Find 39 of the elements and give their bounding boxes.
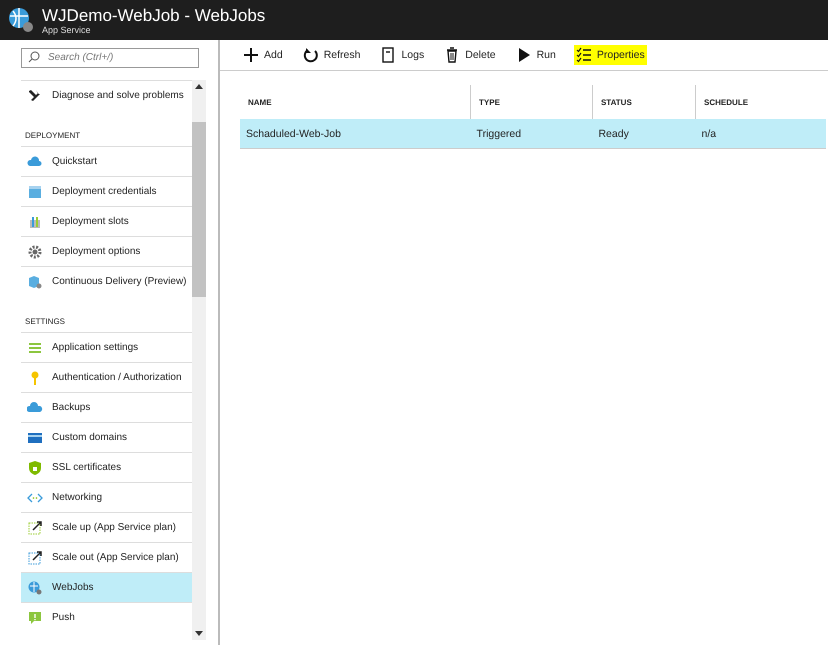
section-heading: DEPLOYMENT	[25, 131, 80, 140]
globe-gear-icon	[27, 580, 43, 596]
toolbar-button[interactable]: Properties	[574, 45, 647, 65]
tools-icon	[27, 88, 43, 104]
table-cell: Triggered	[470, 119, 592, 148]
section-heading: SETTINGS	[25, 317, 66, 326]
table-cell: n/a	[696, 119, 826, 148]
sidebar-item[interactable]: SSL certificates	[21, 452, 192, 482]
search-field[interactable]: Search (Ctrl+/)	[21, 48, 199, 68]
column-header: NAME	[240, 85, 471, 119]
sidebar-item[interactable]: Continuous Delivery (Preview)	[21, 266, 192, 296]
toolbar-button[interactable]: Logs	[378, 45, 426, 65]
toolbar-button[interactable]: Delete	[442, 45, 498, 65]
resize-icon	[27, 520, 43, 536]
package-icon	[27, 274, 43, 290]
blade-subtitle: App Service	[42, 24, 92, 34]
sidebar-item[interactable]: WebJobs	[21, 572, 192, 602]
credentials-icon	[27, 184, 43, 200]
gear-icon	[27, 244, 43, 260]
scrollbar[interactable]	[192, 80, 206, 640]
sidebar-item[interactable]: Custom domains	[21, 422, 192, 452]
sidebar-item[interactable]: Deployment credentials	[21, 176, 192, 206]
checklist-icon	[576, 47, 592, 63]
notebook-icon	[380, 47, 396, 63]
table-cell: Schaduled-Web-Job	[240, 119, 471, 148]
resize-icon	[27, 550, 43, 566]
sidebar-item[interactable]: Backups	[21, 392, 192, 422]
toolbar-button[interactable]: Run	[514, 45, 558, 65]
blade-title: WJDemo-WebJob - WebJobs	[42, 6, 266, 24]
plus-icon	[243, 47, 259, 63]
app-logo-icon	[8, 7, 34, 33]
table-cell: Ready	[592, 119, 696, 148]
toolbar-button[interactable]: Refresh	[300, 45, 362, 65]
toolbar-button[interactable]: Add	[241, 45, 285, 65]
sidebar-item[interactable]: Push	[21, 602, 192, 632]
search-icon	[28, 51, 40, 63]
message-icon	[27, 610, 43, 626]
shield-icon	[27, 460, 43, 476]
refresh-icon	[302, 47, 319, 63]
